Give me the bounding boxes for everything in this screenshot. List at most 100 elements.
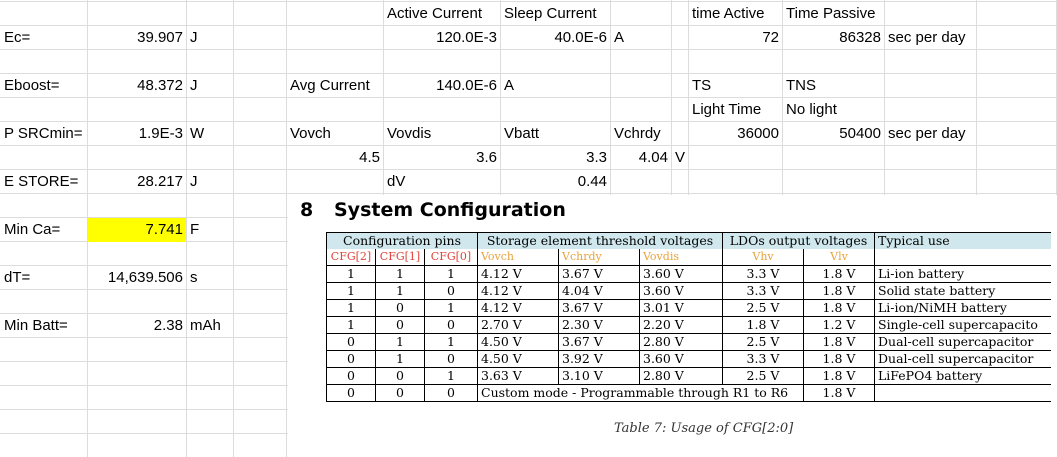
cell-sleep-current-value[interactable]: 40.0E-6 xyxy=(501,26,610,50)
cell-avg-current-value[interactable]: 140.0E-6 xyxy=(384,74,500,98)
cell-voltage-unit[interactable]: V xyxy=(672,146,688,170)
cell-cfg2: 1 xyxy=(326,282,376,300)
cell-cfg1: 0 xyxy=(375,299,425,317)
cell-vovch: 3.63 V xyxy=(477,367,559,385)
cell-no-light-value[interactable]: 50400 xyxy=(783,122,884,146)
cell-vbatt-value[interactable]: 3.3 xyxy=(501,146,610,170)
spreadsheet: Ec= 39.907 J Eboost= 48.372 J P SRCmin= … xyxy=(0,0,1057,457)
cell-vhv: 1.8 V xyxy=(722,316,804,334)
cell-estore-value[interactable]: 28.217 xyxy=(88,170,186,194)
cell-vlv: 1.8 V xyxy=(803,299,875,317)
cell-vovch: 4.12 V xyxy=(477,282,559,300)
cell-dv-label[interactable]: dV xyxy=(384,170,500,194)
col-header-vovdis: Vovdis xyxy=(639,249,723,266)
cell-custom-mode: Custom mode - Programmable through R1 to… xyxy=(477,384,804,402)
cell-use: Li-ion/NiMH battery xyxy=(874,299,1051,317)
cell-time-active-header[interactable]: time Active xyxy=(689,2,782,26)
table-row: 1 1 1 4.12 V 3.67 V 3.60 V 3.3 V 1.8 V Li-ion ba… xyxy=(326,265,1051,283)
cell-dt-unit[interactable]: s xyxy=(187,266,233,290)
cell-estore-label[interactable]: E STORE= xyxy=(1,170,87,194)
cell-minbatt-unit[interactable]: mAh xyxy=(187,314,233,338)
cell-cfg1: 0 xyxy=(375,367,425,385)
cell-use: LiFePO4 battery xyxy=(874,367,1051,385)
cell-active-current-value[interactable]: 120.0E-3 xyxy=(384,26,500,50)
cell-vchrdy: 3.10 V xyxy=(558,367,640,385)
cell-tns-label[interactable]: TNS xyxy=(783,74,884,98)
embedded-datasheet-image[interactable]: 8 System Configuration Configuration pins… xyxy=(288,195,1057,457)
cell-minbatt-label[interactable]: Min Batt= xyxy=(1,314,87,338)
cell-cfg1: 1 xyxy=(375,282,425,300)
cell-avg-current-label[interactable]: Avg Current xyxy=(287,74,383,98)
cell-vovch: 4.50 V xyxy=(477,350,559,368)
cell-minca-label[interactable]: Min Ca= xyxy=(1,218,87,242)
cell-cfg0: 1 xyxy=(424,299,478,317)
cell-eboost-unit[interactable]: J xyxy=(187,74,233,98)
cell-vovdis-header[interactable]: Vovdis xyxy=(384,122,500,146)
cell-cfg1: 0 xyxy=(375,384,425,402)
cell-psrcmin-value[interactable]: 1.9E-3 xyxy=(88,122,186,146)
cell-eboost-value[interactable]: 48.372 xyxy=(88,74,186,98)
cell-vchrdy: 4.04 V xyxy=(558,282,640,300)
cell-light-time-value[interactable]: 36000 xyxy=(689,122,782,146)
gridline xyxy=(286,0,287,457)
cell-time-active-value[interactable]: 72 xyxy=(689,26,782,50)
section-title: System Configuration xyxy=(334,199,566,221)
cell-minca-value[interactable]: 7.741 xyxy=(88,218,186,242)
cell-minbatt-value[interactable]: 2.38 xyxy=(88,314,186,338)
cell-light-time-unit[interactable]: sec per day xyxy=(885,122,976,146)
cell-estore-unit[interactable]: J xyxy=(187,170,233,194)
table-row: 0 1 1 4.50 V 3.67 V 2.80 V 2.5 V 1.8 V Dual-cell… xyxy=(326,333,1051,351)
cell-ec-label[interactable]: Ec= xyxy=(1,26,87,50)
cell-vhv: 2.5 V xyxy=(722,367,804,385)
cell-vovdis: 3.60 V xyxy=(639,265,723,283)
cell-time-passive-header[interactable]: Time Passive xyxy=(783,2,884,26)
cell-avg-current-unit[interactable]: A xyxy=(501,74,610,98)
cell-current-unit[interactable]: A xyxy=(611,26,671,50)
table-row: 1 0 1 4.12 V 3.67 V 3.01 V 2.5 V 1.8 V Li-ion/Ni… xyxy=(326,299,1051,317)
cell-psrcmin-label[interactable]: P SRCmin= xyxy=(1,122,87,146)
cell-minca-unit[interactable]: F xyxy=(187,218,233,242)
cell-cfg2: 1 xyxy=(326,316,376,334)
cell-vovch-value[interactable]: 4.5 xyxy=(287,146,383,170)
cell-vchrdy-value[interactable]: 4.04 xyxy=(611,146,671,170)
cell-vovch: 4.50 V xyxy=(477,333,559,351)
table-group-header-row: Configuration pins Storage element thres… xyxy=(326,232,1051,249)
cell-time-passive-value[interactable]: 86328 xyxy=(783,26,884,50)
cell-vlv: 1.2 V xyxy=(803,316,875,334)
cell-no-light-label[interactable]: No light xyxy=(783,98,884,122)
cell-vhv: 2.5 V xyxy=(722,299,804,317)
cell-vbatt-header[interactable]: Vbatt xyxy=(501,122,610,146)
section-heading: 8 System Configuration xyxy=(300,199,566,221)
cell-dv-value[interactable]: 0.44 xyxy=(501,170,610,194)
cell-cfg2: 0 xyxy=(326,333,376,351)
cell-eboost-label[interactable]: Eboost= xyxy=(1,74,87,98)
col-header-cfg2: CFG[2] xyxy=(326,249,376,266)
cell-vovch-header[interactable]: Vovch xyxy=(287,122,383,146)
cell-vchrdy: 3.67 V xyxy=(558,265,640,283)
cell-vhv: 3.3 V xyxy=(722,265,804,283)
cell-dt-label[interactable]: dT= xyxy=(1,266,87,290)
cell-ec-value[interactable]: 39.907 xyxy=(88,26,186,50)
cell-vchrdy-header[interactable]: Vchrdy xyxy=(611,122,671,146)
cell-time-unit[interactable]: sec per day xyxy=(885,26,976,50)
cell-ts-label[interactable]: TS xyxy=(689,74,782,98)
cell-cfg1: 1 xyxy=(375,333,425,351)
col-header-vovch: Vovch xyxy=(477,249,559,266)
cell-psrcmin-unit[interactable]: W xyxy=(187,122,233,146)
col-header-vhv: Vhv xyxy=(722,249,804,266)
cell-dt-value[interactable]: 14,639.506 xyxy=(88,266,186,290)
cell-active-current-header[interactable]: Active Current xyxy=(384,2,500,26)
cell-ec-unit[interactable]: J xyxy=(187,26,233,50)
cell-use: Dual-cell supercapacitor xyxy=(874,350,1051,368)
cell-vlv: 1.8 V xyxy=(803,384,875,402)
cell-sleep-current-header[interactable]: Sleep Current xyxy=(501,2,610,26)
cell-vchrdy: 3.92 V xyxy=(558,350,640,368)
table-row-custom: 0 0 0 Custom mode - Programmable through R1… xyxy=(326,384,1051,402)
group-header-ldo-voltages: LDOs output voltages xyxy=(722,232,875,249)
cell-vlv: 1.8 V xyxy=(803,333,875,351)
col-header-cfg0: CFG[0] xyxy=(424,249,478,266)
cell-vovdis-value[interactable]: 3.6 xyxy=(384,146,500,170)
cell-cfg2: 0 xyxy=(326,350,376,368)
group-header-config-pins: Configuration pins xyxy=(326,232,478,249)
cell-light-time-label[interactable]: Light Time xyxy=(689,98,782,122)
